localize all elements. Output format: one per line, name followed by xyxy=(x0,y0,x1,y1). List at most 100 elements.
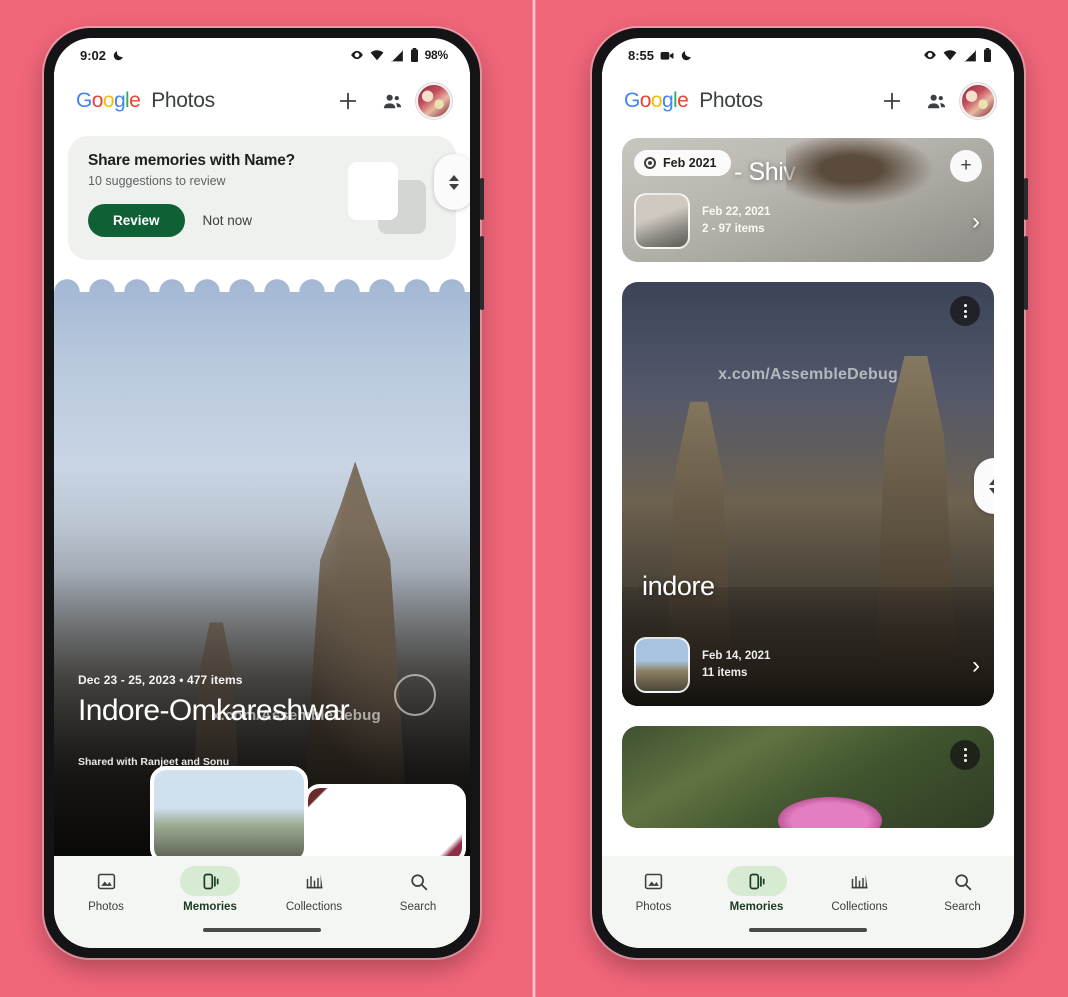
battery-icon xyxy=(410,48,419,62)
scroll-handle[interactable] xyxy=(974,458,994,514)
bottom-nav-left: Photos Memories Collections Search xyxy=(54,856,470,948)
moon-icon xyxy=(680,49,693,62)
google-logo: Google xyxy=(624,89,689,112)
photo-icon xyxy=(76,866,136,896)
signal-icon xyxy=(390,49,404,62)
collections-icon xyxy=(284,866,344,896)
date-chip-label: Feb 2021 xyxy=(663,156,717,170)
battery-icon xyxy=(983,48,992,62)
avatar[interactable] xyxy=(416,83,452,119)
search-icon xyxy=(388,866,448,896)
nav-label-memories: Memories xyxy=(183,901,237,913)
memory-card-flowers[interactable] xyxy=(618,722,998,832)
nav-item-memories[interactable]: Memories xyxy=(715,866,799,913)
google-logo: Google xyxy=(76,89,141,112)
carousel-thumb-1[interactable] xyxy=(150,766,308,856)
memory-sub-thumbnail[interactable] xyxy=(634,637,690,693)
image-divider xyxy=(532,0,536,997)
nav-label-photos: Photos xyxy=(635,901,672,913)
nav-item-photos[interactable]: Photos xyxy=(612,866,696,913)
hero-memory-meta: Dec 23 - 25, 2023 • 477 items Indore-Omk… xyxy=(78,673,430,728)
scroll-down-arrow-icon xyxy=(989,487,994,494)
status-bar-right: 8:55 xyxy=(602,38,1014,72)
status-time: 8:55 xyxy=(628,47,655,63)
overflow-menu-button[interactable] xyxy=(950,296,980,326)
phone-left: 9:02 98% Google Photos Share memories wi… xyxy=(44,28,484,958)
memory-title-shiv: - Shiv xyxy=(734,158,796,186)
nav-item-search[interactable]: Search xyxy=(376,866,460,913)
add-button[interactable] xyxy=(328,81,368,121)
visibility-icon xyxy=(350,48,364,62)
nav-label-search: Search xyxy=(399,901,437,913)
gesture-bar[interactable] xyxy=(203,928,321,932)
scalloped-top-edge xyxy=(54,266,470,292)
next-chevron-icon[interactable]: › xyxy=(972,652,980,680)
share-memories-card: Share memories with Name? 10 suggestions… xyxy=(68,136,470,260)
gesture-bar[interactable] xyxy=(749,928,867,932)
clock-icon xyxy=(644,157,656,169)
memory-card-shiv[interactable]: Feb 2021 - Shiv + Feb 22, 2021 2 - 97 it… xyxy=(618,134,998,266)
share-card-thumbnails xyxy=(348,162,430,236)
content-right: Feb 2021 - Shiv + Feb 22, 2021 2 - 97 it… xyxy=(602,130,1014,856)
share-thumb-front xyxy=(348,162,398,220)
phone-left-screen: 9:02 98% Google Photos Share memories wi… xyxy=(54,38,470,948)
scroll-up-arrow-icon xyxy=(449,174,459,181)
sharing-people-icon[interactable] xyxy=(916,81,956,121)
hero-date-line: Dec 23 - 25, 2023 • 477 items xyxy=(78,673,243,688)
phone-right-side-button-volume xyxy=(1024,178,1028,220)
memory-sub-count: 2 - 97 items xyxy=(702,223,765,235)
nav-item-memories[interactable]: Memories xyxy=(168,866,252,913)
visibility-icon xyxy=(923,48,937,62)
hero-title: Indore-Omkareshwar xyxy=(78,694,350,728)
photo-icon xyxy=(624,866,684,896)
overflow-menu-button[interactable] xyxy=(950,740,980,770)
nav-label-collections: Collections xyxy=(831,901,888,913)
memory-sub-thumbnail[interactable] xyxy=(634,193,690,249)
memory-sub-text: Feb 22, 2021 2 - 97 items xyxy=(702,204,770,239)
camera-icon xyxy=(660,50,674,61)
nav-label-collections: Collections xyxy=(285,901,343,913)
scroll-handle[interactable] xyxy=(434,154,470,210)
nav-label-memories: Memories xyxy=(729,901,784,913)
hero-memory-card[interactable]: x.com/AssembleDebug Dec 23 - 25, 2023 • … xyxy=(54,266,470,856)
nav-item-collections[interactable]: Collections xyxy=(272,866,356,913)
search-icon xyxy=(933,866,993,896)
app-bar-right: Google Photos xyxy=(602,72,1014,130)
next-chevron-icon[interactable]: › xyxy=(972,208,980,236)
sharing-people-icon[interactable] xyxy=(372,81,412,121)
date-chip[interactable]: Feb 2021 xyxy=(634,150,731,176)
add-button[interactable] xyxy=(872,81,912,121)
nav-label-search: Search xyxy=(944,901,981,913)
memories-icon xyxy=(180,866,240,896)
not-now-button[interactable]: Not now xyxy=(203,213,253,228)
phone-left-side-button-volume xyxy=(480,178,484,220)
add-to-memory-button[interactable]: + xyxy=(950,150,982,182)
wifi-icon xyxy=(943,49,957,61)
carousel-thumb-2[interactable] xyxy=(304,784,466,856)
memory-list: Feb 2021 - Shiv + Feb 22, 2021 2 - 97 it… xyxy=(602,130,1014,856)
status-bar-left: 9:02 98% xyxy=(54,38,470,72)
memory-sub-date: Feb 22, 2021 xyxy=(702,205,771,218)
memory-sub-text: Feb 14, 2021 11 items xyxy=(702,648,770,683)
signal-icon xyxy=(963,49,977,62)
wifi-icon xyxy=(370,49,384,61)
status-time: 9:02 xyxy=(80,47,107,63)
nav-item-collections[interactable]: Collections xyxy=(818,866,902,913)
memory-sub-count: 11 items xyxy=(702,667,748,679)
bottom-nav-right: Photos Memories Collections Search xyxy=(602,856,1014,948)
avatar[interactable] xyxy=(960,83,996,119)
memory-title-indore: indore xyxy=(642,571,715,601)
phone-left-side-button-power xyxy=(480,236,484,310)
memory-sub-date: Feb 14, 2021 xyxy=(702,649,771,662)
memory-card-indore[interactable]: x.com/AssembleDebug indore Feb 14, 2021 … xyxy=(618,278,998,710)
photos-wordmark: Photos xyxy=(699,89,763,112)
phone-right-side-button-power xyxy=(1024,236,1028,310)
review-button[interactable]: Review xyxy=(88,204,185,237)
app-bar-left: Google Photos xyxy=(54,72,470,130)
thumbnail-carousel[interactable] xyxy=(54,766,470,856)
memories-icon xyxy=(726,866,787,896)
nav-item-search[interactable]: Search xyxy=(921,866,1005,913)
scroll-down-arrow-icon xyxy=(449,183,459,190)
nav-item-photos[interactable]: Photos xyxy=(64,866,148,913)
phone-right: 8:55 Google Photos Feb 2021 - Shiv + Feb… xyxy=(592,28,1028,958)
